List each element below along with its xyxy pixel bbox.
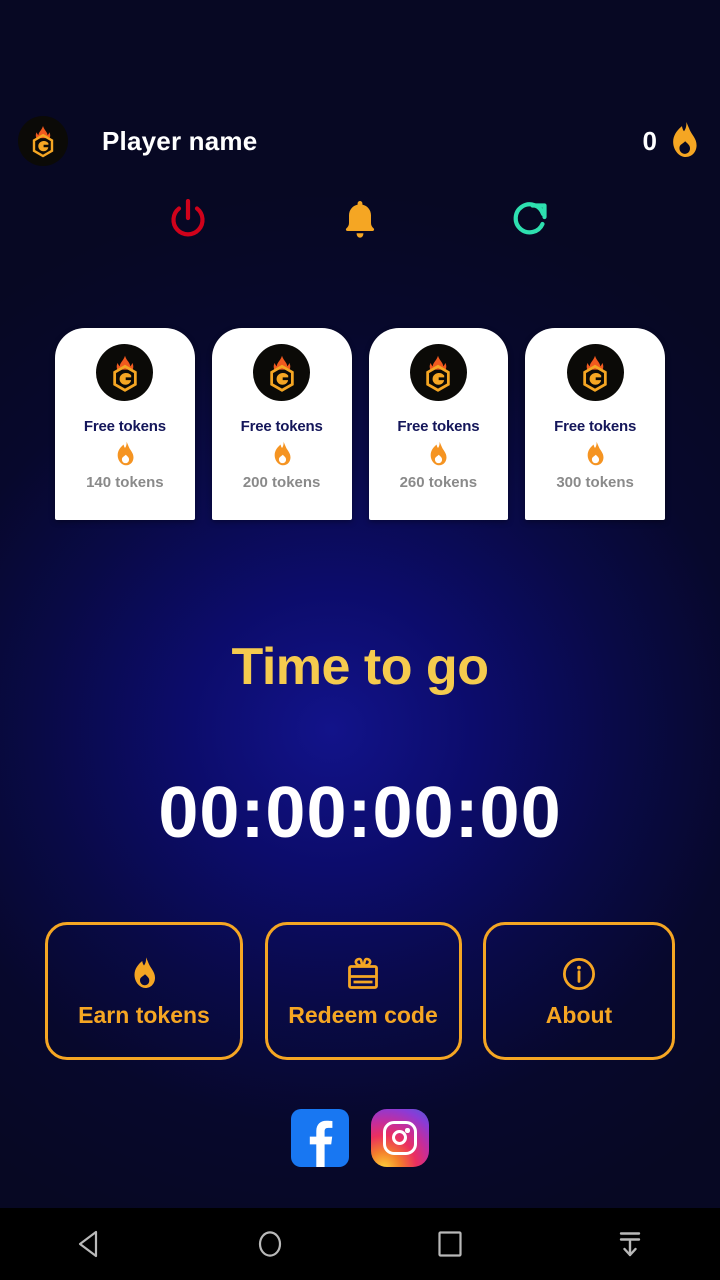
card-title: Free tokens [83, 418, 166, 435]
nav-back-button[interactable] [0, 1208, 180, 1280]
power-button[interactable] [160, 192, 216, 248]
player-name: Player name [102, 125, 258, 156]
game-logo-flame-g-icon [113, 355, 137, 392]
card-amount: 300 tokens [556, 474, 634, 491]
card-title: Free tokens [240, 418, 323, 435]
card-amount: 260 tokens [399, 474, 478, 491]
recents-square-icon [438, 1231, 462, 1257]
flame-icon [587, 441, 604, 465]
offer-card[interactable]: Free tokens 140 tokens [55, 328, 195, 520]
offer-card[interactable]: Free tokens 260 tokens [368, 328, 509, 520]
earn-tokens-label: Earn tokens [78, 1001, 210, 1028]
flame-icon [673, 121, 697, 157]
back-triangle-icon [78, 1230, 98, 1258]
countdown-timer: 00:00:00:00 [158, 773, 562, 853]
refresh-icon [513, 202, 547, 235]
bell-icon [345, 201, 375, 238]
flame-icon [274, 441, 291, 465]
facebook-icon [291, 1109, 349, 1167]
card-amount: 200 tokens [242, 474, 321, 491]
token-counter[interactable]: 0 [643, 121, 702, 161]
offer-card-list: Free tokens 140 tokens Free tokens 200 t… [55, 328, 665, 520]
power-icon [171, 199, 205, 237]
instagram-button[interactable] [370, 1108, 430, 1168]
nav-recents-button[interactable] [360, 1208, 540, 1280]
main-menu-row: Earn tokens Redeem code About [45, 922, 675, 1060]
token-count: 0 [642, 125, 657, 156]
offer-card[interactable]: Free tokens 300 tokens [525, 328, 665, 520]
card-title: Free tokens [554, 418, 637, 435]
info-circle-icon [561, 954, 597, 994]
game-logo-flame-g-icon [32, 126, 54, 158]
redeem-code-label: Redeem code [288, 1001, 438, 1028]
earn-tokens-button[interactable]: Earn tokens [45, 922, 243, 1060]
game-logo-flame-g-icon [269, 355, 294, 392]
card-flame [113, 441, 137, 467]
gift-voucher-icon [343, 954, 383, 994]
home-circle-icon [258, 1231, 282, 1257]
card-title: Free tokens [397, 418, 480, 435]
flame-icon [117, 441, 134, 465]
nav-home-button[interactable] [180, 1208, 360, 1280]
social-links-row [0, 1108, 720, 1168]
instagram-icon [371, 1109, 429, 1167]
about-label: About [545, 1001, 613, 1028]
avatar[interactable] [18, 116, 68, 166]
card-amount: 140 tokens [86, 474, 164, 491]
card-flame [426, 441, 450, 467]
hide-keyboard-down-arrow-icon [619, 1232, 641, 1257]
card-logo [253, 344, 311, 401]
android-navigation-bar [0, 1208, 720, 1280]
redeem-code-button[interactable]: Redeem code [264, 922, 462, 1060]
countdown-label: Time to go [231, 638, 489, 696]
game-logo-flame-g-icon [583, 355, 607, 392]
refresh-button[interactable] [504, 192, 560, 248]
card-logo [409, 344, 467, 401]
nav-hide-keyboard-button[interactable] [540, 1208, 720, 1280]
card-logo [566, 344, 624, 401]
app-screen: Player name 0 Free tokens 140 tokens Fre… [0, 0, 720, 1280]
card-flame [583, 441, 607, 467]
offer-card[interactable]: Free tokens 200 tokens [211, 328, 352, 520]
flame-icon [431, 441, 447, 465]
notifications-button[interactable] [332, 192, 388, 248]
facebook-button[interactable] [290, 1108, 350, 1168]
about-button[interactable]: About [483, 922, 675, 1060]
instagram-lens [392, 1130, 408, 1146]
flame-icon [129, 954, 159, 994]
instagram-camera-body [383, 1121, 417, 1155]
card-logo [96, 344, 154, 401]
card-flame [270, 441, 294, 467]
quick-action-row [160, 192, 560, 248]
game-logo-flame-g-icon [426, 355, 451, 392]
header-bar: Player name 0 [0, 112, 720, 170]
instagram-flash-dot [405, 1128, 410, 1133]
